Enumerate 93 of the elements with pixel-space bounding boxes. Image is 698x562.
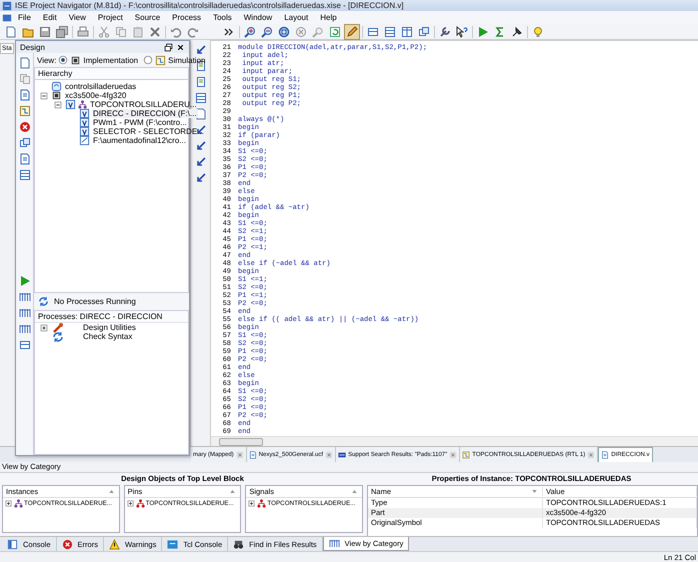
- collapse-icon[interactable]: [53, 100, 63, 110]
- tools-icon: [52, 322, 64, 334]
- uncomment-icon[interactable]: [194, 92, 206, 104]
- menu-item[interactable]: File: [12, 13, 37, 22]
- file-icon: [248, 450, 257, 458]
- view-label: View:: [37, 56, 56, 64]
- verilog-file-icon: [79, 108, 90, 119]
- warning-icon: [108, 538, 120, 550]
- menu-item[interactable]: Tools: [207, 13, 238, 22]
- comment-icon[interactable]: [194, 76, 206, 88]
- delete-icon[interactable]: [148, 24, 162, 38]
- menu-item[interactable]: Source: [128, 13, 166, 22]
- scrollbar-thumb[interactable]: [219, 438, 263, 446]
- horizontal-scrollbar[interactable]: [211, 436, 698, 446]
- web-page-icon: [338, 450, 346, 458]
- next-arrow-icon[interactable]: [194, 140, 206, 152]
- menu-item[interactable]: Process: [166, 13, 208, 22]
- print-icon[interactable]: [76, 24, 90, 38]
- help-cursor-icon[interactable]: [455, 24, 469, 38]
- tree-item[interactable]: controlsilladeruedas: [64, 82, 138, 91]
- sync-icon: [52, 330, 64, 342]
- menu-item[interactable]: View: [62, 13, 92, 22]
- add-source-icon[interactable]: [18, 57, 30, 69]
- pin-icon[interactable]: [510, 24, 524, 38]
- refresh-icon[interactable]: [328, 24, 342, 38]
- menu-item[interactable]: Layout: [278, 13, 314, 22]
- tree-item[interactable]: F:\aumentadofinal12\cro...: [92, 136, 187, 145]
- sync-icon: [38, 296, 49, 307]
- tree-item[interactable]: SELECTOR - SELECTORDE...: [92, 127, 205, 136]
- expand-icon[interactable]: [39, 322, 49, 332]
- layout-icon[interactable]: [400, 24, 414, 38]
- zoom-icon[interactable]: [294, 24, 308, 38]
- chip-icon: [51, 90, 62, 101]
- wrench-icon[interactable]: [438, 24, 452, 38]
- pencil-icon[interactable]: [345, 24, 359, 38]
- previous-arrow-icon[interactable]: [194, 156, 206, 168]
- window-title: ISE Project Navigator (M.81d) - F:\controsillita\controlsilladeruedas\controlsilladeruedas.xise - [DIRECCION.v]: [15, 1, 404, 10]
- tree-item[interactable]: Design Utilities: [83, 323, 136, 332]
- indent-icon[interactable]: [194, 44, 206, 56]
- verilog-file-icon: [79, 117, 90, 128]
- tree-item[interactable]: PWm1 - PWM (F:\contro...: [92, 118, 188, 127]
- hierarchy-header: Hierarchy: [34, 67, 189, 80]
- window-icon[interactable]: [18, 169, 30, 181]
- processes-header: Processes: DIRECC - DIRECCION: [35, 311, 188, 323]
- save-all-icon[interactable]: [55, 24, 69, 38]
- app-menu-icon[interactable]: [2, 12, 12, 22]
- menu-item[interactable]: Edit: [36, 13, 63, 22]
- expand-icon[interactable]: [4, 499, 13, 508]
- zoom-out-icon[interactable]: [260, 24, 274, 38]
- check-icon[interactable]: [18, 153, 30, 165]
- schematic-icon: [462, 450, 470, 458]
- tree-item[interactable]: xc3s500e-4fg320: [64, 91, 128, 100]
- console-icon: [7, 538, 18, 550]
- lightbulb-icon[interactable]: [531, 24, 545, 38]
- remove-icon[interactable]: [18, 121, 30, 133]
- expand-icon[interactable]: [247, 499, 256, 508]
- zoom-fit-icon[interactable]: [277, 24, 291, 38]
- module-icon: [78, 100, 87, 109]
- tcl-icon: [167, 538, 178, 550]
- grid-icon: [328, 538, 340, 549]
- project-icon: [51, 81, 62, 92]
- clear-arrow-icon[interactable]: [194, 172, 206, 184]
- zoom-in-icon[interactable]: [243, 24, 257, 38]
- save-icon[interactable]: [38, 24, 52, 38]
- error-icon: [62, 538, 73, 550]
- expand-icon[interactable]: [126, 499, 135, 508]
- float-window-icon[interactable]: [164, 42, 173, 52]
- panel-icon[interactable]: [383, 24, 397, 38]
- radio-button[interactable]: [58, 55, 68, 65]
- close-icon[interactable]: [176, 42, 185, 52]
- file-icon: [79, 135, 90, 146]
- radio-button[interactable]: [143, 55, 154, 65]
- windows-icon[interactable]: [417, 24, 431, 38]
- binoculars-icon: [233, 538, 244, 550]
- process-status: No Processes Running: [54, 297, 136, 306]
- file-icon: [601, 451, 610, 459]
- new-source-icon[interactable]: [18, 89, 30, 101]
- radio-label[interactable]: Implementation: [83, 56, 138, 64]
- verilog-file-icon: [79, 126, 90, 137]
- tree-item[interactable]: TOPCONTROLSILLADERU...: [89, 100, 198, 109]
- menu-item[interactable]: Project: [92, 13, 129, 22]
- panel-title: Design: [20, 42, 46, 52]
- view-icon[interactable]: [18, 137, 30, 149]
- window-icon[interactable]: [18, 339, 30, 351]
- tree-item[interactable]: Check Syntax: [83, 332, 132, 341]
- menu-item[interactable]: Window: [238, 13, 278, 22]
- run-icon[interactable]: [18, 275, 30, 287]
- collapse-icon[interactable]: [39, 90, 49, 100]
- verilog-file-icon: [65, 99, 76, 110]
- tree-item[interactable]: DIRECC - DIRECCION (F:\...: [92, 109, 198, 118]
- radio-label[interactable]: Simulation: [168, 56, 206, 64]
- menu-item[interactable]: Help: [314, 13, 343, 22]
- cut-icon[interactable]: [97, 24, 111, 38]
